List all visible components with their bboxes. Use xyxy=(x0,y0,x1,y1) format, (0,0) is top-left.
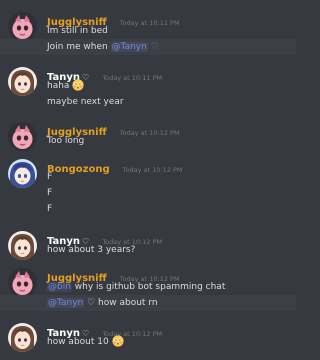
message-text-wrapper: @Tanyn ♡ how about rn xyxy=(47,295,158,311)
message-line: F xyxy=(0,185,296,201)
message-text: how about 10 xyxy=(47,337,109,347)
message-text: why is github bot spamming chat xyxy=(71,282,226,292)
message-line: Too long xyxy=(0,133,296,149)
message-line: F xyxy=(0,201,296,217)
message-text: how about 3 years? xyxy=(47,245,136,255)
message-text: F xyxy=(47,204,53,214)
message-line: @bin why is github bot spamming chat xyxy=(0,279,296,295)
message-line: how about 3 years? xyxy=(0,242,296,258)
message-line: maybe next year xyxy=(0,94,296,110)
message-line: Join me when @Tanyn ♡ xyxy=(0,39,296,55)
mention-heart: ♡ xyxy=(147,42,159,52)
message-text: Im still in bed xyxy=(47,26,108,36)
message-line: @Tanyn ♡ how about rn xyxy=(0,295,296,311)
user-mention[interactable]: @Tanyn xyxy=(47,298,85,308)
message-text: F xyxy=(47,188,53,198)
message-text-wrapper: Join me when @Tanyn ♡ xyxy=(47,39,159,55)
message-text: F xyxy=(47,172,53,182)
message-text: Too long xyxy=(47,136,85,146)
message-text: ♡ how about rn xyxy=(84,298,158,308)
message-line: how about 10 xyxy=(0,334,296,350)
flushed-face-icon xyxy=(72,79,84,91)
message-line: haha xyxy=(0,78,296,94)
message-text-wrapper: haha xyxy=(47,78,84,94)
message-text-wrapper: @bin why is github bot spamming chat xyxy=(47,279,225,295)
message-text: haha xyxy=(47,81,70,91)
message-text: Join me when xyxy=(47,42,111,52)
message-text-wrapper: how about 10 xyxy=(47,334,124,350)
chat-messages: Jugglysniff Today at 10:11 PM Im still i… xyxy=(0,0,296,360)
message-line: F xyxy=(0,169,296,185)
user-mention[interactable]: @Tanyn xyxy=(110,42,148,52)
user-mention[interactable]: @bin xyxy=(47,282,72,292)
flushed-face-icon xyxy=(111,335,124,347)
message-text: maybe next year xyxy=(47,97,124,107)
message-line: Im still in bed xyxy=(0,23,296,39)
